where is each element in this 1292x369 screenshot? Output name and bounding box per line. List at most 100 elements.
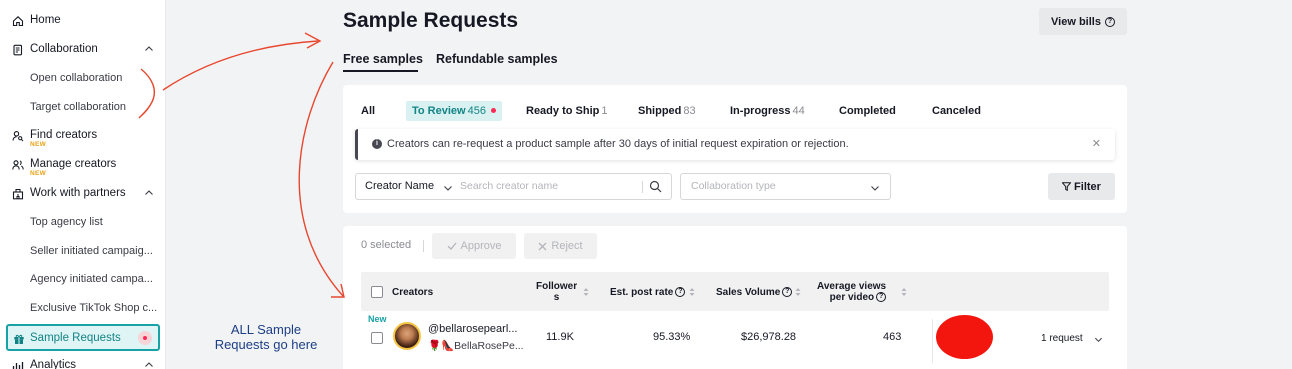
tab-free-samples[interactable]: Free samples <box>343 52 423 66</box>
followers-value: 11.9K <box>546 331 574 343</box>
info-icon: i <box>372 139 382 149</box>
notice-text: Creators can re-request a product sample… <box>387 138 849 150</box>
view-bills-label: View bills <box>1051 15 1101 28</box>
status-tab-to-review[interactable]: To Review 456 <box>406 101 502 121</box>
requests-card: 0 selected Approve Reject Creators Follo… <box>343 226 1127 369</box>
sidebar-item-label: Collaboration <box>30 43 98 55</box>
filter-label: Filter <box>1074 180 1101 193</box>
filter-button[interactable]: Filter <box>1048 173 1115 200</box>
sidebar-item-label: Agency initiated campa... <box>30 273 153 285</box>
chevron-down-icon[interactable] <box>443 183 453 193</box>
column-avg-views[interactable]: Average views per video? <box>817 281 887 303</box>
help-icon: ? <box>782 287 793 298</box>
chevron-up-icon <box>145 362 153 367</box>
sidebar-item-open-collaboration[interactable]: Open collaboration <box>0 67 166 91</box>
collaboration-type-select[interactable]: Collaboration type <box>680 173 891 200</box>
status-tab-label: In-progress <box>730 105 791 117</box>
tab-refundable-samples[interactable]: Refundable samples <box>436 52 558 66</box>
sidebar-item-collaboration[interactable]: Collaboration <box>0 38 166 62</box>
arrowhead <box>304 32 322 49</box>
column-followers-line1: Follower <box>536 281 578 292</box>
annotation-line2: Requests go here <box>214 337 318 352</box>
close-icon[interactable]: ✕ <box>1092 137 1101 150</box>
sidebar-item-label: Work with partners <box>30 187 126 199</box>
arrow-to-tabs <box>162 40 319 91</box>
chevron-down-icon <box>871 186 879 191</box>
row-checkbox[interactable] <box>371 332 383 344</box>
sidebar-item-exclusive-tiktok[interactable]: Exclusive TikTok Shop c... <box>0 297 166 321</box>
status-tab-ready-to-ship[interactable]: Ready to Ship 1 <box>526 101 607 121</box>
column-avg-views-line2: per video <box>829 292 875 303</box>
sidebar-item-seller-initiated[interactable]: Seller initiated campaig... <box>0 240 166 264</box>
approve-button[interactable]: Approve <box>432 233 516 259</box>
status-tab-label: All <box>361 105 376 117</box>
table-row[interactable]: New @bellarosepearl... 🌹👠BellaRosePe... … <box>361 311 1109 369</box>
sort-icon[interactable] <box>689 287 695 297</box>
sidebar-item-sample-requests[interactable]: Sample Requests <box>6 324 160 351</box>
annotation-note: ALL Sample Requests go here <box>200 322 332 352</box>
alert-dot <box>143 336 147 340</box>
avatar <box>393 322 421 350</box>
sort-icon[interactable] <box>795 287 801 297</box>
notification-dot <box>138 331 152 345</box>
sidebar-item-home[interactable]: Home <box>0 9 166 33</box>
sidebar-item-top-agency-list[interactable]: Top agency list <box>0 211 166 235</box>
sidebar-item-find-creators[interactable]: Find creators NEW <box>0 124 166 148</box>
reject-label: Reject <box>551 240 583 252</box>
creator-nickname: 🌹👠BellaRosePe... <box>428 340 524 352</box>
column-post-rate-label: Est. post rate <box>610 287 674 298</box>
status-tab-in-progress[interactable]: In-progress 44 <box>730 101 805 121</box>
creator-search-group: Creator Name Search creator name <box>355 173 672 200</box>
sidebar-item-label: Find creators <box>30 129 98 141</box>
status-tab-label: Completed <box>839 105 896 117</box>
sidebar-item-label: Analytics <box>30 359 77 369</box>
column-sales-volume-label: Sales Volume <box>716 287 781 298</box>
info-notice: i Creators can re-request a product samp… <box>355 129 1115 160</box>
filter-card: All To Review 456 Ready to Ship 1 Shipped 8… <box>343 85 1127 213</box>
creator-handle[interactable]: @bellarosepearl... <box>428 323 517 335</box>
post-rate-value: 95.33% <box>653 331 691 343</box>
search-icon[interactable] <box>649 180 662 193</box>
sidebar-item-label: Top agency list <box>30 216 103 228</box>
creator-field-select[interactable]: Creator Name <box>365 180 434 192</box>
sidebar-item-label: Exclusive TikTok Shop c... <box>30 302 158 314</box>
column-post-rate[interactable]: Est. post rate? <box>610 287 686 298</box>
close-icon <box>538 242 547 250</box>
request-count[interactable]: 1 request <box>1041 333 1083 344</box>
sidebar-item-agency-initiated[interactable]: Agency initiated campa... <box>0 268 166 292</box>
view-bills-button[interactable]: View bills ? <box>1039 8 1127 35</box>
approve-label: Approve <box>460 240 502 252</box>
divider <box>642 181 643 193</box>
alert-dot <box>490 107 496 113</box>
status-tab-completed[interactable]: Completed <box>839 101 896 121</box>
chevron-up-icon <box>145 190 153 195</box>
column-followers[interactable]: Follower s <box>536 281 577 303</box>
chevron-down-icon[interactable] <box>1094 335 1103 344</box>
status-tab-shipped[interactable]: Shipped 83 <box>638 101 696 121</box>
sidebar-item-label: Manage creators <box>30 158 117 170</box>
users-icon <box>12 160 24 170</box>
document-icon <box>13 44 23 56</box>
column-sales-volume[interactable]: Sales Volume? <box>716 287 793 298</box>
status-tab-count: 44 <box>792 105 805 117</box>
select-all-checkbox[interactable] <box>371 286 383 298</box>
search-input[interactable]: Search creator name <box>460 180 558 192</box>
status-tab-count: 83 <box>683 105 696 117</box>
sidebar-item-label: Target collaboration <box>30 101 127 113</box>
sidebar-item-target-collaboration[interactable]: Target collaboration <box>0 96 166 120</box>
sidebar-item-work-with-partners[interactable]: Work with partners <box>0 182 166 206</box>
status-tab-label: To Review <box>412 105 466 117</box>
status-tab-label: Shipped <box>638 105 682 117</box>
reject-button[interactable]: Reject <box>524 233 597 259</box>
status-tab-canceled[interactable]: Canceled <box>932 101 981 121</box>
user-search-icon <box>12 131 24 142</box>
sidebar-item-manage-creators[interactable]: Manage creators NEW <box>0 153 166 177</box>
arrow-to-table <box>298 61 344 297</box>
sidebar-item-label: Home <box>30 14 61 26</box>
sort-icon[interactable] <box>583 287 589 297</box>
sidebar-item-analytics[interactable]: Analytics <box>0 354 166 369</box>
status-tab-all[interactable]: All <box>361 101 375 121</box>
sort-icon[interactable] <box>901 287 907 297</box>
annotation-line1: ALL Sample <box>230 322 302 337</box>
chevron-up-icon <box>145 46 153 51</box>
